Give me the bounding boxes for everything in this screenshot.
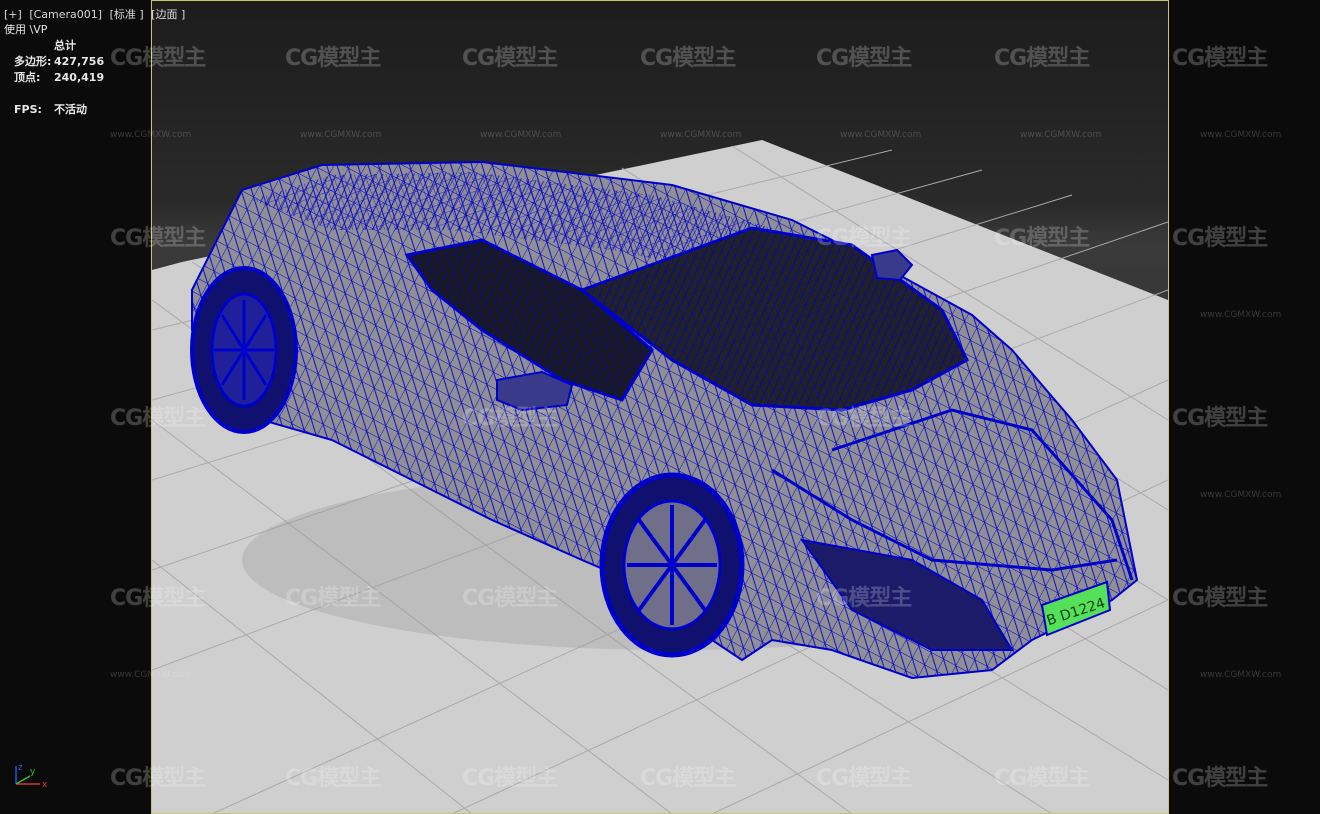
polygons-label: 多边形: <box>14 55 52 68</box>
fps-value: 不活动 <box>54 103 87 116</box>
z-axis-label: z <box>18 763 23 773</box>
vertices-label: 顶点: <box>14 71 41 84</box>
axis-gizmo: x y z <box>15 763 48 790</box>
stats-total-header: 总计 <box>54 39 76 52</box>
right-inactive-area <box>1168 0 1320 814</box>
viewport-edged-faces-menu[interactable]: [边面 ] <box>151 8 185 21</box>
left-inactive-area <box>0 0 152 814</box>
viewport-statistics: 使用 \VP 总计 多边形: 427,756 顶点: 240,419 FPS: … <box>4 22 105 118</box>
polygons-value: 427,756 <box>54 55 105 68</box>
fps-label: FPS: <box>14 103 42 116</box>
3d-viewport-app: B D1224 CG模型主 CG模型主 CG模型主 CG模型主 CG模型主 CG… <box>0 0 1320 814</box>
use-vp-label: 使用 \VP <box>4 23 48 36</box>
viewport-shading-standard-menu[interactable]: [标准 ] <box>110 8 144 21</box>
vertices-value: 240,419 <box>54 71 105 84</box>
viewport-camera-menu[interactable]: [Camera001] <box>29 8 102 21</box>
x-axis-label: x <box>42 780 48 790</box>
viewport-label-menu: [+] [Camera001] [标准 ] [边面 ] <box>4 6 189 22</box>
y-axis-label: y <box>30 767 36 777</box>
viewport-general-menu[interactable]: [+] <box>4 8 22 21</box>
active-viewport-border <box>151 0 1169 814</box>
y-axis-line <box>15 775 31 785</box>
